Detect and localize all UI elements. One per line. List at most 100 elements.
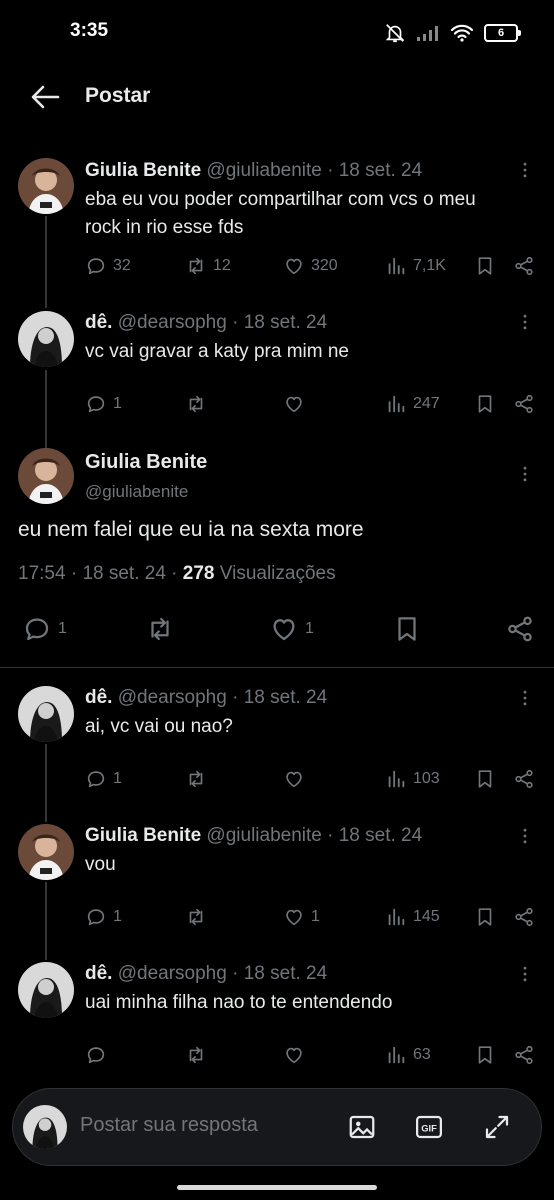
tweet-header: Giulia Benite @giuliabenite · 18 set. 24 bbox=[85, 825, 423, 846]
share-button[interactable] bbox=[505, 614, 535, 644]
views-icon bbox=[385, 393, 407, 415]
author-name[interactable]: dê. bbox=[85, 687, 112, 708]
author-name[interactable]: Giulia Benite bbox=[85, 160, 201, 181]
reply-button[interactable]: 1 bbox=[85, 768, 122, 790]
reply-input[interactable]: Postar sua resposta bbox=[80, 1114, 258, 1137]
author-handle[interactable]: @dearsophg bbox=[118, 312, 227, 333]
tweet-actions: 1 247 bbox=[85, 393, 535, 419]
like-button[interactable] bbox=[283, 393, 305, 415]
bookmark-button[interactable] bbox=[474, 393, 496, 415]
views-label: Visualizações bbox=[219, 563, 336, 584]
tweet-text: eu nem falei que eu ia na sexta more bbox=[18, 518, 364, 541]
retweet-button[interactable] bbox=[185, 768, 207, 790]
avatar[interactable] bbox=[18, 686, 74, 742]
thread-line bbox=[45, 882, 47, 960]
gif-icon[interactable]: GIF bbox=[414, 1112, 444, 1142]
battery-icon: 6 bbox=[484, 24, 521, 42]
author-name[interactable]: Giulia Benite bbox=[85, 451, 207, 474]
tweet-actions: 1 103 bbox=[85, 768, 535, 794]
bookmark-button[interactable] bbox=[474, 906, 496, 928]
more-options-icon[interactable] bbox=[515, 312, 535, 332]
tweet-date: 18 set. 24 bbox=[338, 160, 423, 181]
retweet-icon bbox=[185, 1044, 207, 1066]
author-name[interactable]: dê. bbox=[85, 963, 112, 984]
tweet-text: vc vai gravar a katy pra mim ne bbox=[85, 341, 349, 362]
heart-icon bbox=[283, 768, 305, 790]
views-button[interactable]: 7,1K bbox=[385, 255, 446, 277]
avatar[interactable] bbox=[18, 824, 74, 880]
retweet-icon bbox=[185, 393, 207, 415]
reply-button[interactable]: 1 bbox=[85, 906, 122, 928]
back-arrow-icon[interactable] bbox=[30, 84, 60, 110]
tweet-meta: 17:54 · 18 set. 24 · 278 Visualizações bbox=[18, 563, 336, 584]
author-handle[interactable]: @dearsophg bbox=[118, 963, 227, 984]
bookmark-button[interactable] bbox=[474, 1044, 496, 1066]
reply-button[interactable]: 1 bbox=[22, 614, 67, 644]
tweet-text: eba eu vou poder compartilhar com vcs o … bbox=[85, 189, 476, 238]
home-indicator[interactable] bbox=[177, 1185, 377, 1190]
heart-icon bbox=[283, 1044, 305, 1066]
avatar[interactable] bbox=[18, 962, 74, 1018]
views-button[interactable]: 63 bbox=[385, 1044, 431, 1066]
share-button[interactable] bbox=[513, 906, 535, 928]
share-button[interactable] bbox=[513, 768, 535, 790]
reply-icon bbox=[22, 614, 52, 644]
views-button[interactable]: 247 bbox=[385, 393, 440, 415]
status-bar: 3:35 6 bbox=[0, 0, 554, 64]
views-button[interactable]: 145 bbox=[385, 906, 440, 928]
retweet-icon bbox=[185, 255, 207, 277]
reply-button[interactable]: 1 bbox=[85, 393, 122, 415]
tweet-text: ai, vc vai ou nao? bbox=[85, 716, 233, 737]
retweet-button[interactable] bbox=[145, 614, 175, 644]
retweet-button[interactable] bbox=[185, 393, 207, 415]
expand-icon[interactable] bbox=[482, 1112, 512, 1142]
heart-icon bbox=[269, 614, 299, 644]
author-name[interactable]: dê. bbox=[85, 312, 112, 333]
retweet-button[interactable] bbox=[185, 1044, 207, 1066]
more-options-icon[interactable] bbox=[515, 826, 535, 846]
bookmark-button[interactable] bbox=[474, 768, 496, 790]
share-icon bbox=[513, 255, 535, 277]
retweet-button[interactable] bbox=[185, 906, 207, 928]
author-handle[interactable]: @giuliabenite bbox=[206, 160, 321, 181]
heart-icon bbox=[283, 255, 305, 277]
share-button[interactable] bbox=[513, 1044, 535, 1066]
author-handle[interactable]: @giuliabenite bbox=[206, 825, 321, 846]
author-handle[interactable]: @dearsophg bbox=[118, 687, 227, 708]
views-button[interactable]: 103 bbox=[385, 768, 440, 790]
bookmark-icon bbox=[392, 614, 422, 644]
bookmark-button[interactable] bbox=[474, 255, 496, 277]
views-icon bbox=[385, 255, 407, 277]
avatar[interactable] bbox=[18, 158, 74, 214]
like-button[interactable]: 1 bbox=[283, 906, 320, 928]
avatar[interactable] bbox=[18, 448, 74, 504]
image-icon[interactable] bbox=[347, 1112, 377, 1142]
share-button[interactable] bbox=[513, 255, 535, 277]
tweet-date: 18 set. 24 bbox=[243, 312, 328, 333]
share-icon bbox=[505, 614, 535, 644]
share-button[interactable] bbox=[513, 393, 535, 415]
avatar[interactable] bbox=[18, 311, 74, 367]
reply-icon bbox=[85, 393, 107, 415]
share-icon bbox=[513, 1044, 535, 1066]
share-icon bbox=[513, 768, 535, 790]
reply-button[interactable]: 32 bbox=[85, 255, 131, 277]
avatar bbox=[23, 1105, 67, 1149]
bookmark-button[interactable] bbox=[392, 614, 422, 644]
author-handle[interactable]: @giuliabenite bbox=[85, 482, 188, 502]
like-button[interactable]: 1 bbox=[269, 614, 314, 644]
retweet-button[interactable]: 12 bbox=[185, 255, 231, 277]
more-options-icon[interactable] bbox=[515, 688, 535, 708]
reply-button[interactable] bbox=[85, 1044, 113, 1066]
more-options-icon[interactable] bbox=[515, 964, 535, 984]
author-name[interactable]: Giulia Benite bbox=[85, 825, 201, 846]
like-button[interactable] bbox=[283, 1044, 305, 1066]
like-button[interactable]: 320 bbox=[283, 255, 338, 277]
like-button[interactable] bbox=[283, 768, 305, 790]
thread-line bbox=[45, 370, 47, 448]
tweet-header: Giulia Benite @giuliabenite · 18 set. 24 bbox=[85, 160, 423, 181]
more-options-icon[interactable] bbox=[515, 160, 535, 180]
muted-bell-icon bbox=[385, 24, 405, 43]
more-options-icon[interactable] bbox=[515, 464, 535, 484]
share-icon bbox=[513, 393, 535, 415]
